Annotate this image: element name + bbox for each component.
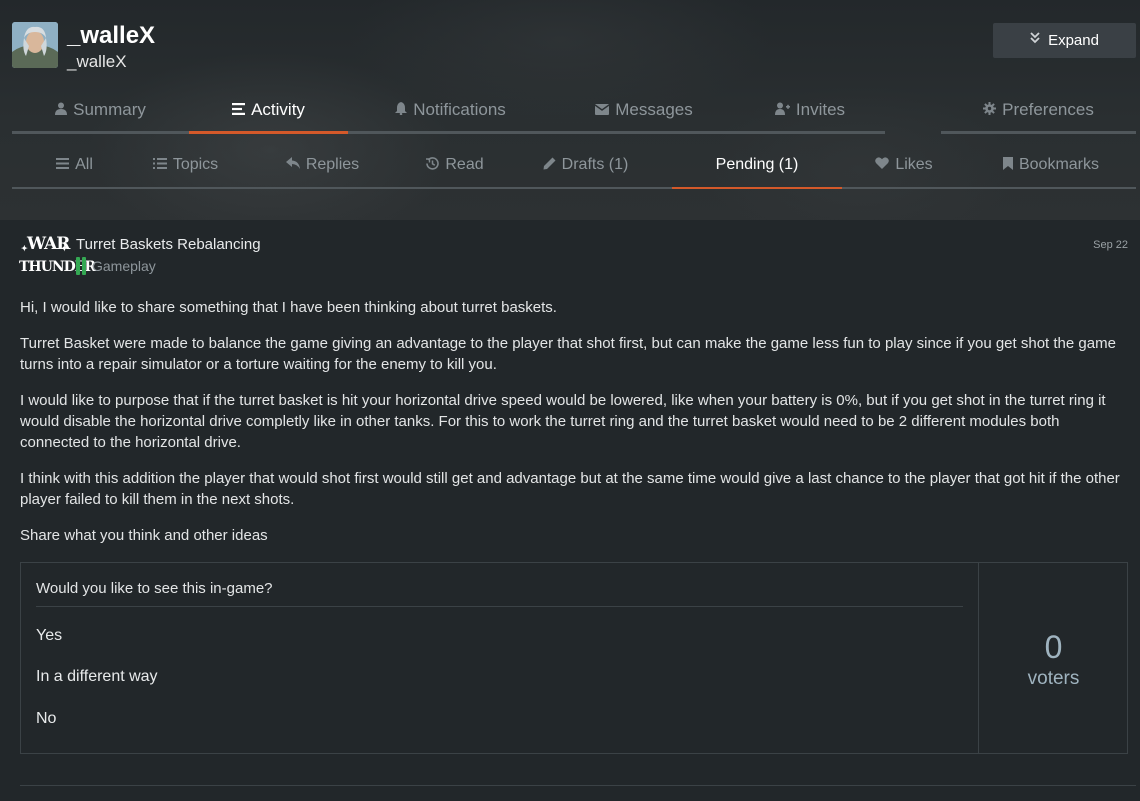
subtab-label: Topics <box>172 155 219 173</box>
subtab-label: Likes <box>895 155 933 173</box>
user-fullname: _walleX <box>67 52 127 71</box>
active-subtab-indicator <box>672 187 842 189</box>
envelope-icon <box>594 103 610 118</box>
poll-divider <box>36 606 963 607</box>
user-main-nav: Summary Activity Notifications Messages <box>12 86 1136 134</box>
subtab-label: Bookmarks <box>1018 155 1100 173</box>
tab-label: Invites <box>795 100 846 119</box>
tab-underline <box>941 131 1136 134</box>
tab-summary[interactable]: Summary <box>12 86 189 134</box>
tab-activity[interactable]: Activity <box>189 86 348 134</box>
bookmark-icon <box>1002 156 1013 173</box>
poll: Would you like to see this in-game? Yes … <box>20 562 1128 754</box>
post-paragraph: Hi, I would like to share something that… <box>20 299 557 316</box>
poll-option[interactable]: In a different way <box>36 668 158 686</box>
avatar[interactable] <box>12 22 58 68</box>
reply-icon <box>285 157 300 172</box>
poll-option[interactable]: Yes <box>36 627 62 645</box>
list-ul-icon <box>152 157 167 172</box>
poll-options-panel: Would you like to see this in-game? Yes … <box>21 563 978 753</box>
pencil-icon <box>543 157 556 173</box>
poll-voters-panel: 0 voters <box>978 563 1127 753</box>
tab-label: Activity <box>251 100 305 119</box>
post-paragraph: I would like to purpose that if the turr… <box>20 392 1106 451</box>
subtab-label: Read <box>445 155 484 173</box>
subtab-all[interactable]: All <box>12 142 137 187</box>
post-date: Sep 22 <box>1093 239 1128 251</box>
category-color-bars <box>76 257 86 275</box>
category-logo[interactable]: ✦ WAR ✦ THUNDER <box>19 234 96 284</box>
tab-label: Preferences <box>1002 100 1094 119</box>
subnav-baseline <box>12 187 1136 189</box>
subtab-label: Replies <box>305 155 360 173</box>
post-title[interactable]: Turret Baskets Rebalancing <box>76 236 261 253</box>
tab-label: Messages <box>615 100 693 119</box>
subtab-likes[interactable]: Likes <box>842 142 966 187</box>
username: _walleX <box>67 22 156 49</box>
tab-underline <box>12 131 189 134</box>
tab-label: Notifications <box>413 100 506 119</box>
list-icon <box>56 157 70 172</box>
history-icon <box>426 156 440 173</box>
profile-header: _walleX _walleX Expand Summary Activity <box>0 0 1140 220</box>
tab-preferences[interactable]: Preferences <box>941 86 1136 134</box>
subtab-read[interactable]: Read <box>411 142 499 187</box>
subtab-label: Drafts (1) <box>561 155 629 173</box>
post-paragraph: I think with this addition the player th… <box>20 470 1120 508</box>
tab-label: Summary <box>73 100 146 119</box>
poll-option[interactable]: No <box>36 710 56 728</box>
subtab-pending[interactable]: Pending (1) <box>672 142 842 187</box>
bell-icon <box>395 102 408 118</box>
subtab-bookmarks[interactable]: Bookmarks <box>966 142 1136 187</box>
tab-notifications[interactable]: Notifications <box>348 86 553 134</box>
subtab-replies[interactable]: Replies <box>234 142 411 187</box>
expand-button[interactable]: Expand <box>993 23 1136 58</box>
post-divider <box>20 785 1136 786</box>
subtab-label: All <box>75 155 93 173</box>
tab-invites[interactable]: Invites <box>735 86 885 134</box>
gear-icon <box>983 102 997 118</box>
voter-label: voters <box>1027 668 1080 689</box>
pending-post: ✦ WAR ✦ THUNDER Turret Baskets Rebalanci… <box>0 220 1140 801</box>
list-icon <box>232 102 246 118</box>
post-paragraph: Turret Basket were made to balance the g… <box>20 335 1116 373</box>
tab-messages[interactable]: Messages <box>553 86 735 134</box>
user-plus-icon <box>774 102 790 118</box>
heart-icon <box>875 157 890 172</box>
user-icon <box>55 102 68 118</box>
tab-underline <box>348 131 885 134</box>
category-badge[interactable]: Gameplay <box>76 257 156 275</box>
chevrons-down-icon <box>1030 32 1040 47</box>
subtab-drafts[interactable]: Drafts (1) <box>499 142 672 187</box>
voter-count: 0 <box>1044 629 1063 665</box>
activity-sub-nav: All Topics Replies Read Drafts (1) Pendi… <box>12 142 1136 189</box>
post-paragraph: Share what you think and other ideas <box>20 527 268 544</box>
page: _walleX _walleX Expand Summary Activity <box>0 0 1140 801</box>
logo-star: ✦ <box>61 243 68 253</box>
expand-label: Expand <box>1048 32 1099 49</box>
poll-question: Would you like to see this in-game? <box>36 580 273 597</box>
subtab-topics[interactable]: Topics <box>137 142 234 187</box>
category-name: Gameplay <box>92 258 156 274</box>
subtab-label: Pending (1) <box>715 155 799 173</box>
active-tab-indicator <box>189 131 348 134</box>
